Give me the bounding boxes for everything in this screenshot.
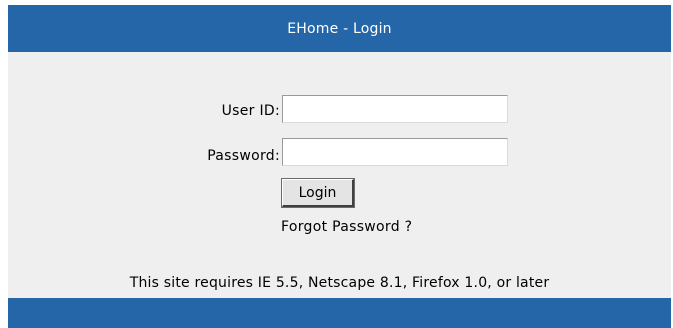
userid-input[interactable] (282, 95, 508, 123)
password-label: Password: (207, 148, 280, 164)
userid-label: User ID: (221, 103, 280, 119)
password-input[interactable] (282, 138, 508, 166)
page-title: EHome - Login (287, 20, 392, 37)
browser-requirements-text: This site requires IE 5.5, Netscape 8.1,… (129, 275, 550, 291)
login-panel: EHome - Login User ID: Password: Login F… (8, 5, 671, 328)
footer-bar (8, 298, 671, 328)
header-bar: EHome - Login (8, 5, 671, 52)
login-button[interactable]: Login (282, 179, 354, 207)
forgot-password-link[interactable]: Forgot Password ? (281, 219, 412, 235)
